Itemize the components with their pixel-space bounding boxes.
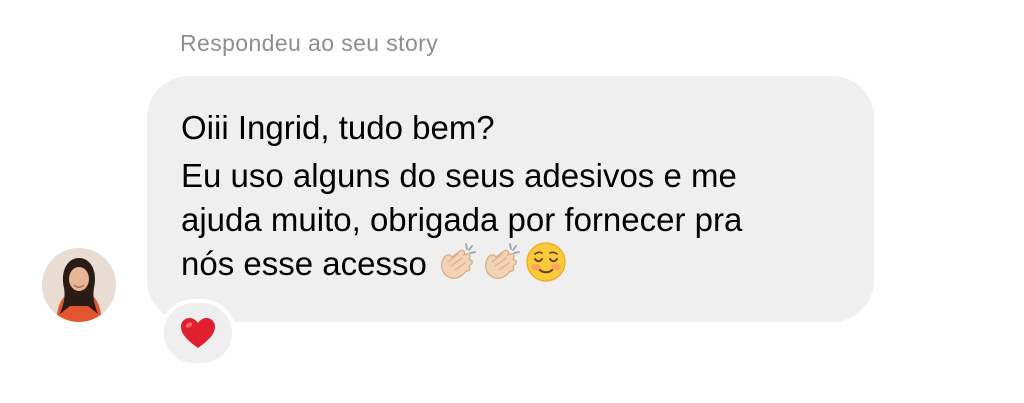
message-line-last: nós esse acesso — [181, 242, 840, 286]
message-bubble[interactable]: Oiii Ingrid, tudo bem? Eu uso alguns do … — [147, 76, 874, 322]
message-line: Eu uso alguns do seus adesivos e me — [181, 157, 737, 194]
heart-reaction[interactable] — [160, 299, 236, 367]
avatar-photo — [42, 248, 116, 322]
clapping-hands-icon — [436, 240, 480, 284]
sender-avatar[interactable] — [42, 248, 116, 322]
smiling-face-icon — [524, 240, 568, 284]
clapping-hands-icon — [480, 240, 524, 284]
message-line: Oiii Ingrid, tudo bem? — [181, 109, 495, 146]
red-heart-icon — [181, 318, 215, 348]
message-line: ajuda muito, obrigada por fornecer pra — [181, 201, 743, 238]
message-line-text: nós esse acesso — [181, 245, 427, 282]
story-reply-label: Respondeu ao seu story — [180, 30, 439, 56]
